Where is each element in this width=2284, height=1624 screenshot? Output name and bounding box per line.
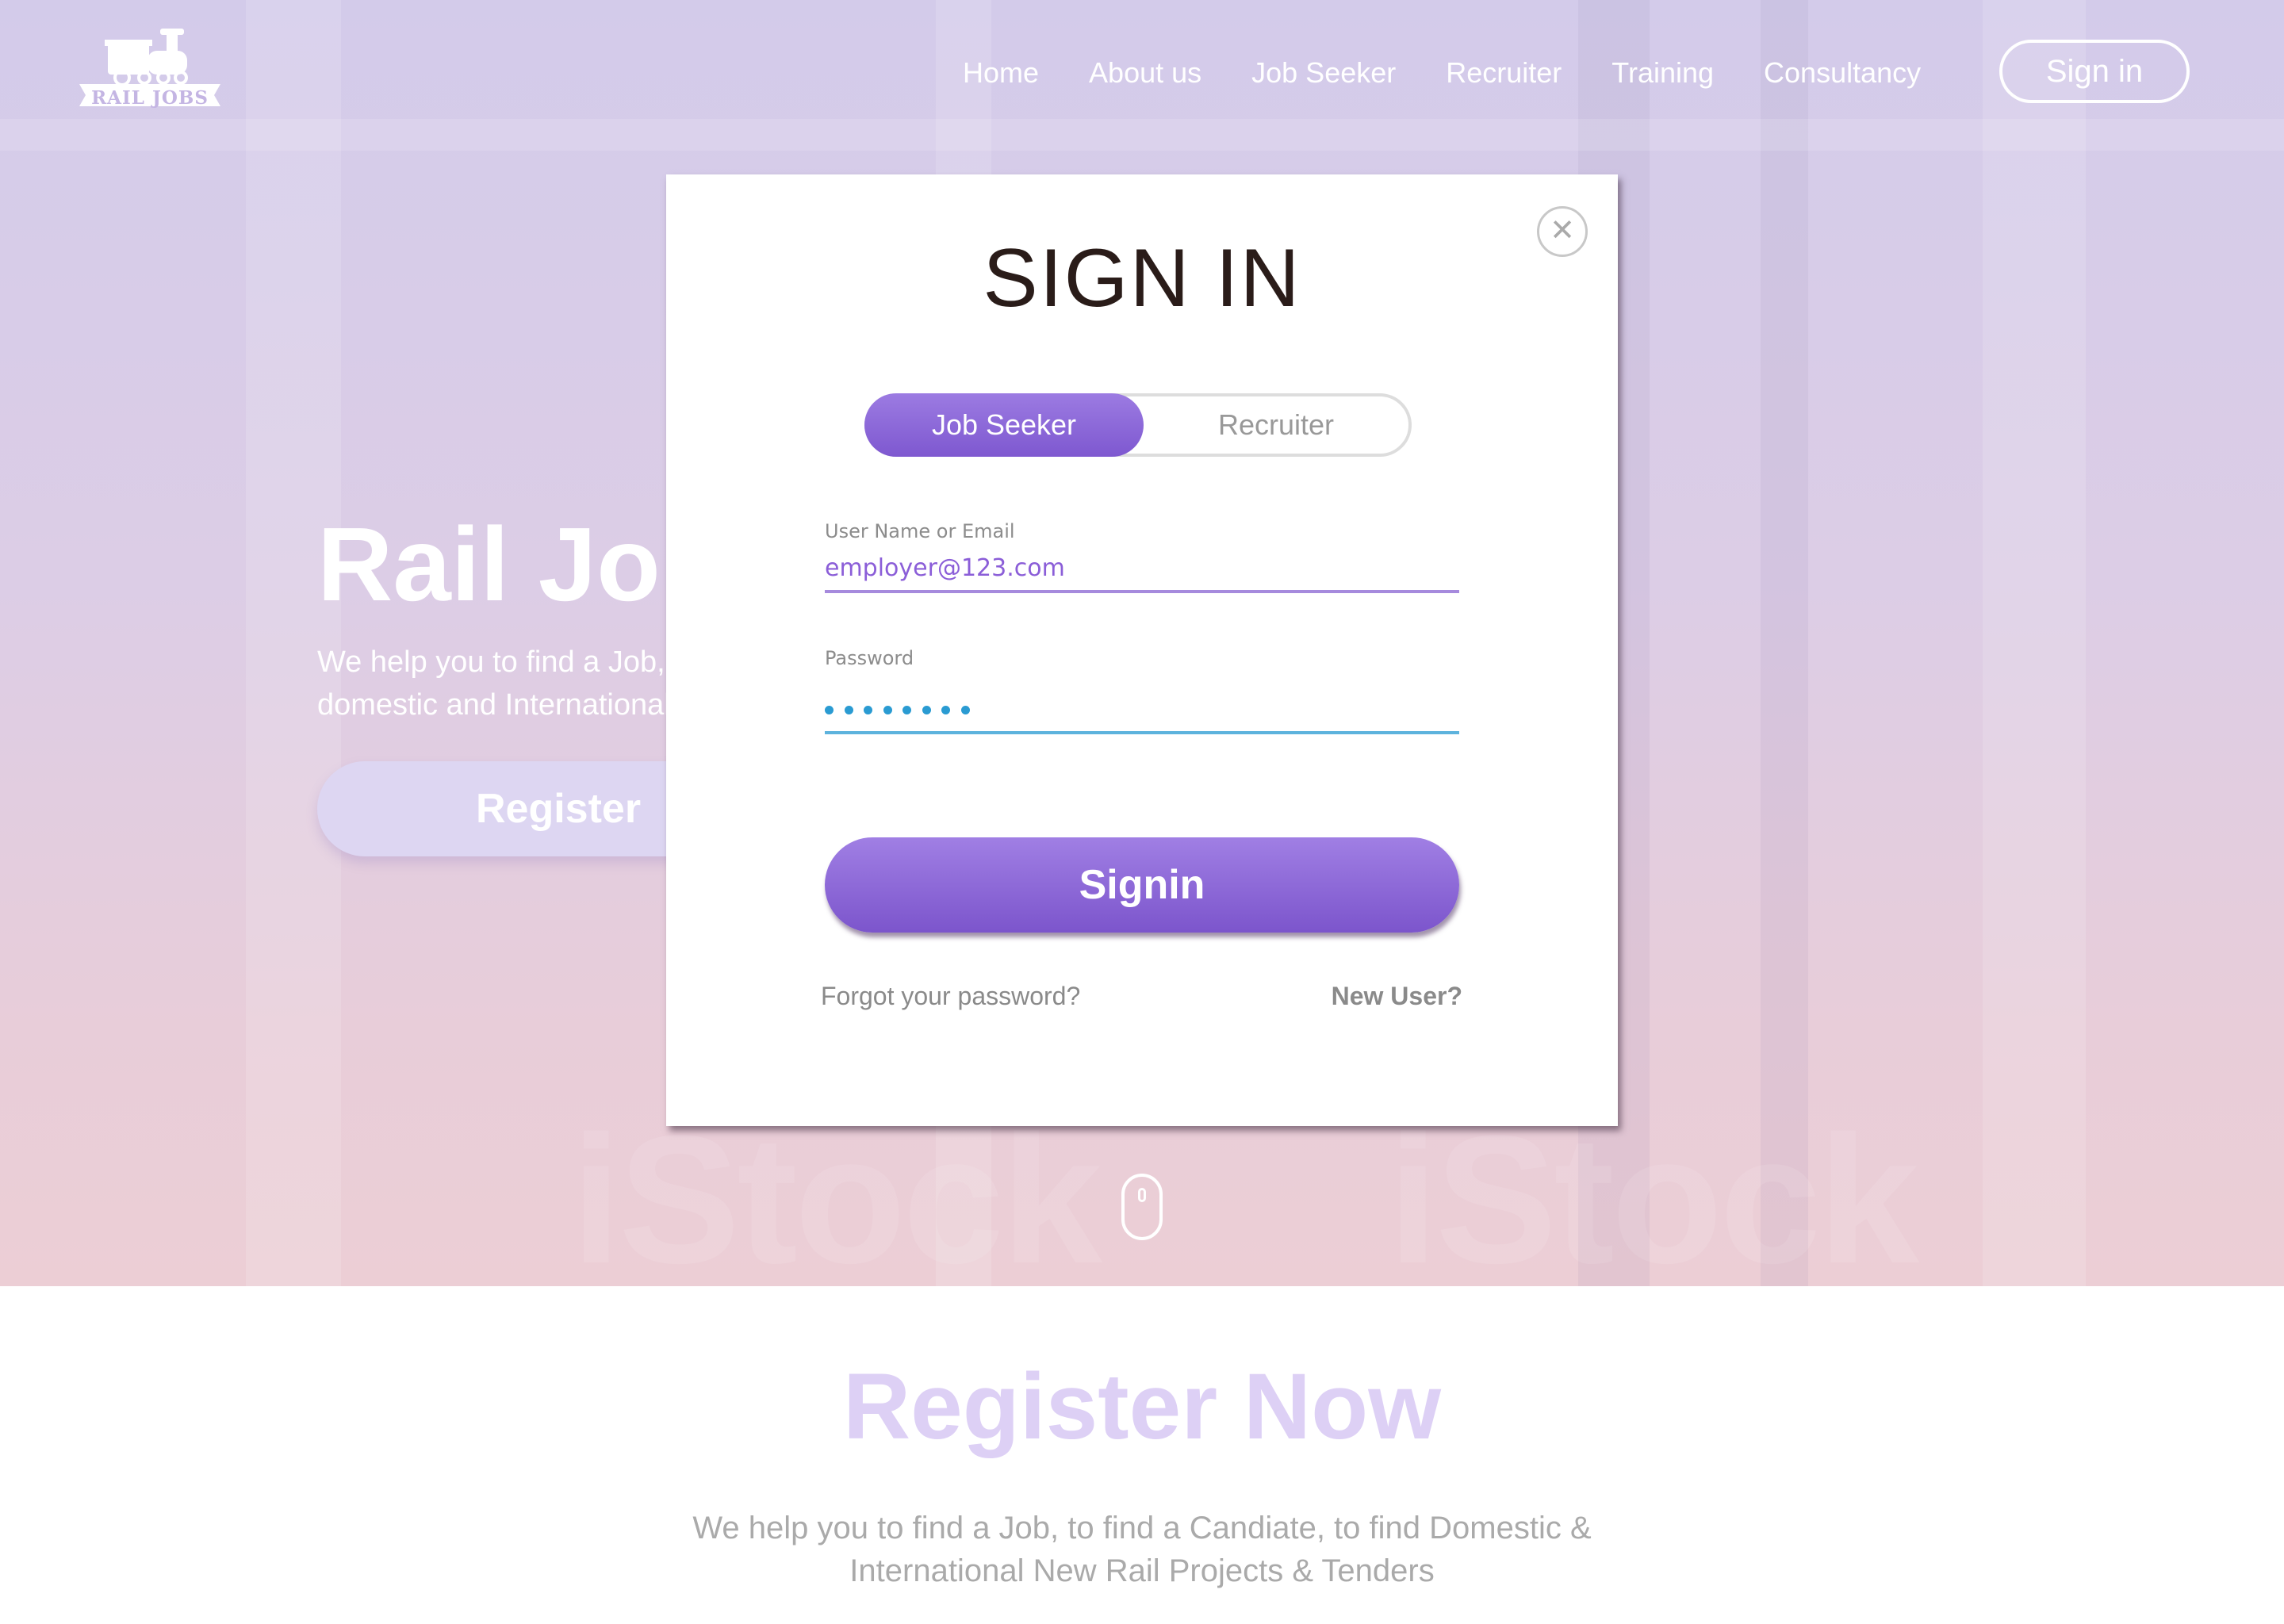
tab-recruiter[interactable]: Recruiter xyxy=(1144,396,1408,454)
password-dot xyxy=(922,705,931,714)
password-dot xyxy=(941,705,950,714)
bg-beam xyxy=(0,119,2284,151)
role-toggle: Job Seeker Recruiter xyxy=(864,393,1412,457)
new-user-link[interactable]: New User? xyxy=(1332,982,1462,1011)
nav-about-us[interactable]: About us xyxy=(1089,56,1201,90)
bg-pillar xyxy=(1983,0,2086,1286)
password-dot xyxy=(844,705,853,714)
nav-home[interactable]: Home xyxy=(963,56,1039,90)
nav-recruiter[interactable]: Recruiter xyxy=(1446,56,1562,90)
nav-training[interactable]: Training xyxy=(1611,56,1714,90)
logo[interactable]: RAIL JOBS xyxy=(78,22,222,117)
tab-job-seeker[interactable]: Job Seeker xyxy=(864,393,1144,457)
register-now-title: Register Now xyxy=(842,1354,1442,1459)
password-dot xyxy=(864,705,872,714)
logo-text: RAIL JOBS xyxy=(91,87,209,109)
mouse-scroll-icon[interactable] xyxy=(1121,1174,1163,1240)
password-dot xyxy=(960,705,970,714)
bg-pillar xyxy=(1761,0,1808,1286)
password-label: Password xyxy=(825,647,914,669)
modal-title: SIGN IN xyxy=(983,232,1301,324)
register-now-subtitle: We help you to find a Job, to find a Can… xyxy=(692,1511,1592,1588)
mouse-wheel-icon xyxy=(1138,1188,1146,1202)
password-dot xyxy=(883,705,892,714)
signin-modal: ✕ SIGN IN Job Seeker Recruiter User Name… xyxy=(666,174,1618,1126)
username-input[interactable] xyxy=(825,546,1459,593)
signin-button[interactable]: Signin xyxy=(825,837,1459,933)
password-mask xyxy=(825,698,980,722)
username-label: User Name or Email xyxy=(825,520,1015,542)
password-dot xyxy=(825,705,834,714)
nav-consultancy[interactable]: Consultancy xyxy=(1764,56,1921,90)
nav-signin-button[interactable]: Sign in xyxy=(1999,40,2190,103)
nav-job-seeker[interactable]: Job Seeker xyxy=(1251,56,1396,90)
forgot-password-link[interactable]: Forgot your password? xyxy=(821,982,1080,1011)
password-dot xyxy=(902,705,911,714)
